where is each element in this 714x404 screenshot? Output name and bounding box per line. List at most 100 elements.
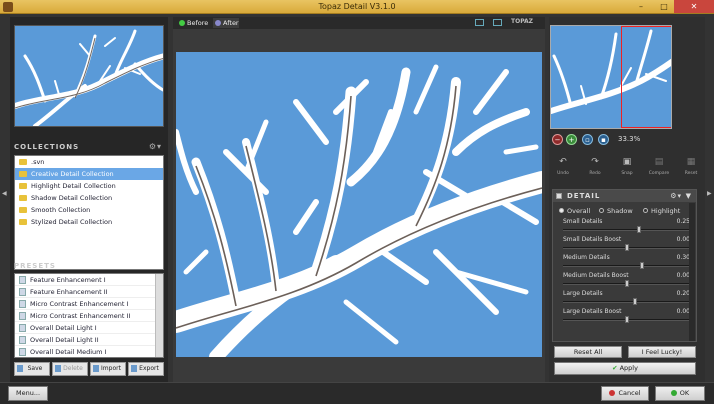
apply-button[interactable]: ✔ Apply bbox=[554, 362, 696, 375]
collection-item[interactable]: Stylized Detail Collection bbox=[15, 216, 163, 228]
history-toolbar: ↶ Undo ↷ Redo ▣ Snap ▤ Compare ▦ Reset bbox=[552, 154, 702, 177]
save-icon bbox=[17, 365, 23, 372]
import-button[interactable]: Import bbox=[90, 362, 126, 376]
thumbnail-image bbox=[15, 26, 163, 126]
detail-panel: DETAIL ⚙▾ ▼ Overall Shadow Highlight Sma… bbox=[552, 189, 697, 342]
collapse-right-arrow-icon[interactable]: ▶ bbox=[707, 190, 712, 197]
cancel-button[interactable]: Cancel bbox=[601, 386, 649, 401]
zoom-out-icon[interactable]: − bbox=[552, 134, 563, 145]
close-button[interactable]: ✕ bbox=[674, 0, 714, 13]
slider-medium-details[interactable]: Medium Details 0.30 bbox=[553, 254, 696, 272]
radio-overall[interactable]: Overall bbox=[559, 207, 590, 215]
preset-item[interactable]: Overall Detail Medium I bbox=[15, 346, 163, 357]
collection-item-selected[interactable]: Creative Detail Collection bbox=[15, 168, 163, 180]
collection-item[interactable]: Shadow Detail Collection bbox=[15, 192, 163, 204]
export-button[interactable]: Export bbox=[128, 362, 164, 376]
feel-lucky-button[interactable]: I Feel Lucky! bbox=[628, 346, 696, 358]
save-button[interactable]: Save bbox=[14, 362, 50, 376]
main-preview-image[interactable] bbox=[176, 52, 542, 357]
preset-icon bbox=[19, 276, 26, 284]
check-icon: ✔ bbox=[612, 364, 620, 372]
preset-item[interactable]: Feature Enhancement II bbox=[15, 286, 163, 298]
minimize-button[interactable]: – bbox=[630, 0, 652, 13]
radio-shadow[interactable]: Shadow bbox=[599, 207, 633, 215]
slider-large-details[interactable]: Large Details 0.20 bbox=[553, 290, 696, 308]
delete-button[interactable]: Delete bbox=[52, 362, 88, 376]
preset-item[interactable]: Overall Detail Light I bbox=[15, 322, 163, 334]
undo-button[interactable]: ↶ Undo bbox=[552, 154, 574, 177]
collapse-left-arrow-icon[interactable]: ◀ bbox=[2, 190, 7, 197]
zoom-actual-icon[interactable]: ▪ bbox=[598, 134, 609, 145]
preset-item[interactable]: Micro Contrast Enhancement I bbox=[15, 298, 163, 310]
view-toolbar: Before After TOPAZ bbox=[173, 17, 545, 29]
preset-icon bbox=[19, 348, 26, 356]
folder-icon bbox=[19, 171, 27, 177]
folder-icon bbox=[19, 219, 27, 225]
preset-icon bbox=[19, 336, 26, 344]
slider-medium-details-boost[interactable]: Medium Details Boost 0.00 bbox=[553, 272, 696, 290]
reset-all-button[interactable]: Reset All bbox=[554, 346, 622, 358]
detail-enable-checkbox[interactable] bbox=[556, 193, 562, 199]
radio-highlight[interactable]: Highlight bbox=[643, 207, 680, 215]
collections-title: COLLECTIONS bbox=[14, 143, 80, 151]
preset-icon bbox=[19, 312, 26, 320]
gear-icon[interactable]: ⚙▾ bbox=[149, 141, 162, 153]
collection-item[interactable]: Highlight Detail Collection bbox=[15, 180, 163, 192]
single-view-icon[interactable] bbox=[475, 19, 484, 26]
presets-header: PRESETS bbox=[14, 260, 164, 272]
redo-button[interactable]: ↷ Redo bbox=[584, 154, 606, 177]
collections-header: COLLECTIONS ⚙▾ bbox=[14, 141, 164, 153]
preset-icon bbox=[19, 288, 26, 296]
presets-scrollbar[interactable] bbox=[155, 274, 163, 357]
slider-knob[interactable] bbox=[633, 298, 638, 305]
slider-small-details-boost[interactable]: Small Details Boost 0.00 bbox=[553, 236, 696, 254]
window-title: Topaz Detail V3.1.0 bbox=[318, 2, 396, 11]
app-window: Topaz Detail V3.1.0 – □ ✕ ◀ ▶ COLLECTION… bbox=[0, 0, 714, 404]
history-reset-button[interactable]: ▦ Reset bbox=[680, 154, 702, 177]
presets-title: PRESETS bbox=[14, 262, 56, 270]
preset-item[interactable]: Feature Enhancement I bbox=[15, 274, 163, 286]
detail-header[interactable]: DETAIL ⚙▾ ▼ bbox=[553, 190, 696, 202]
compare-button[interactable]: ▤ Compare bbox=[648, 154, 670, 177]
collection-item[interactable]: Smooth Collection bbox=[15, 204, 163, 216]
slider-small-details[interactable]: Small Details 0.25 bbox=[553, 218, 696, 236]
preview-area: Before After TOPAZ bbox=[173, 17, 545, 382]
slider-knob[interactable] bbox=[639, 262, 644, 269]
folder-icon bbox=[19, 195, 27, 201]
menu-button[interactable]: Menu... bbox=[8, 386, 48, 401]
slider-large-details-boost[interactable]: Large Details Boost 0.00 bbox=[553, 308, 696, 326]
slider-knob[interactable] bbox=[624, 316, 629, 323]
folder-icon bbox=[19, 183, 27, 189]
slider-knob[interactable] bbox=[637, 226, 642, 233]
ok-button[interactable]: OK bbox=[655, 386, 705, 401]
after-dot-icon bbox=[215, 20, 221, 26]
detail-title: DETAIL bbox=[567, 192, 601, 200]
preset-item[interactable]: Micro Contrast Enhancement II bbox=[15, 310, 163, 322]
collections-list: .svn Creative Detail Collection Highligh… bbox=[14, 155, 164, 270]
navigator-viewport-rect[interactable] bbox=[621, 26, 671, 128]
snap-button[interactable]: ▣ Snap bbox=[616, 154, 638, 177]
after-toggle[interactable]: After bbox=[213, 18, 239, 28]
detail-scrollbar[interactable] bbox=[689, 203, 695, 341]
collection-item[interactable]: .svn bbox=[15, 156, 163, 168]
preview-thumbnail bbox=[14, 25, 164, 127]
ok-icon bbox=[670, 390, 677, 396]
zoom-in-icon[interactable]: + bbox=[566, 134, 577, 145]
maximize-button[interactable]: □ bbox=[653, 0, 675, 13]
slider-knob[interactable] bbox=[624, 280, 629, 287]
before-toggle[interactable]: Before bbox=[177, 18, 208, 28]
split-view-icon[interactable] bbox=[493, 19, 502, 26]
bottom-bar: Menu... Cancel OK bbox=[0, 382, 714, 404]
camera-icon: ▣ bbox=[622, 157, 632, 167]
delete-icon bbox=[55, 365, 61, 372]
navigator-preview[interactable] bbox=[550, 25, 672, 129]
zoom-fit-icon[interactable]: ▫ bbox=[582, 134, 593, 145]
left-panel: COLLECTIONS ⚙▾ .svn Creative Detail Coll… bbox=[10, 17, 168, 382]
export-icon bbox=[131, 365, 137, 372]
folder-icon bbox=[19, 159, 27, 165]
detail-options-icon[interactable]: ⚙▾ bbox=[670, 190, 682, 202]
slider-knob[interactable] bbox=[624, 244, 629, 251]
preset-item[interactable]: Overall Detail Light II bbox=[15, 334, 163, 346]
collapse-arrow-icon[interactable]: ▼ bbox=[686, 190, 692, 202]
presets-list: Feature Enhancement I Feature Enhancemen… bbox=[14, 273, 164, 358]
